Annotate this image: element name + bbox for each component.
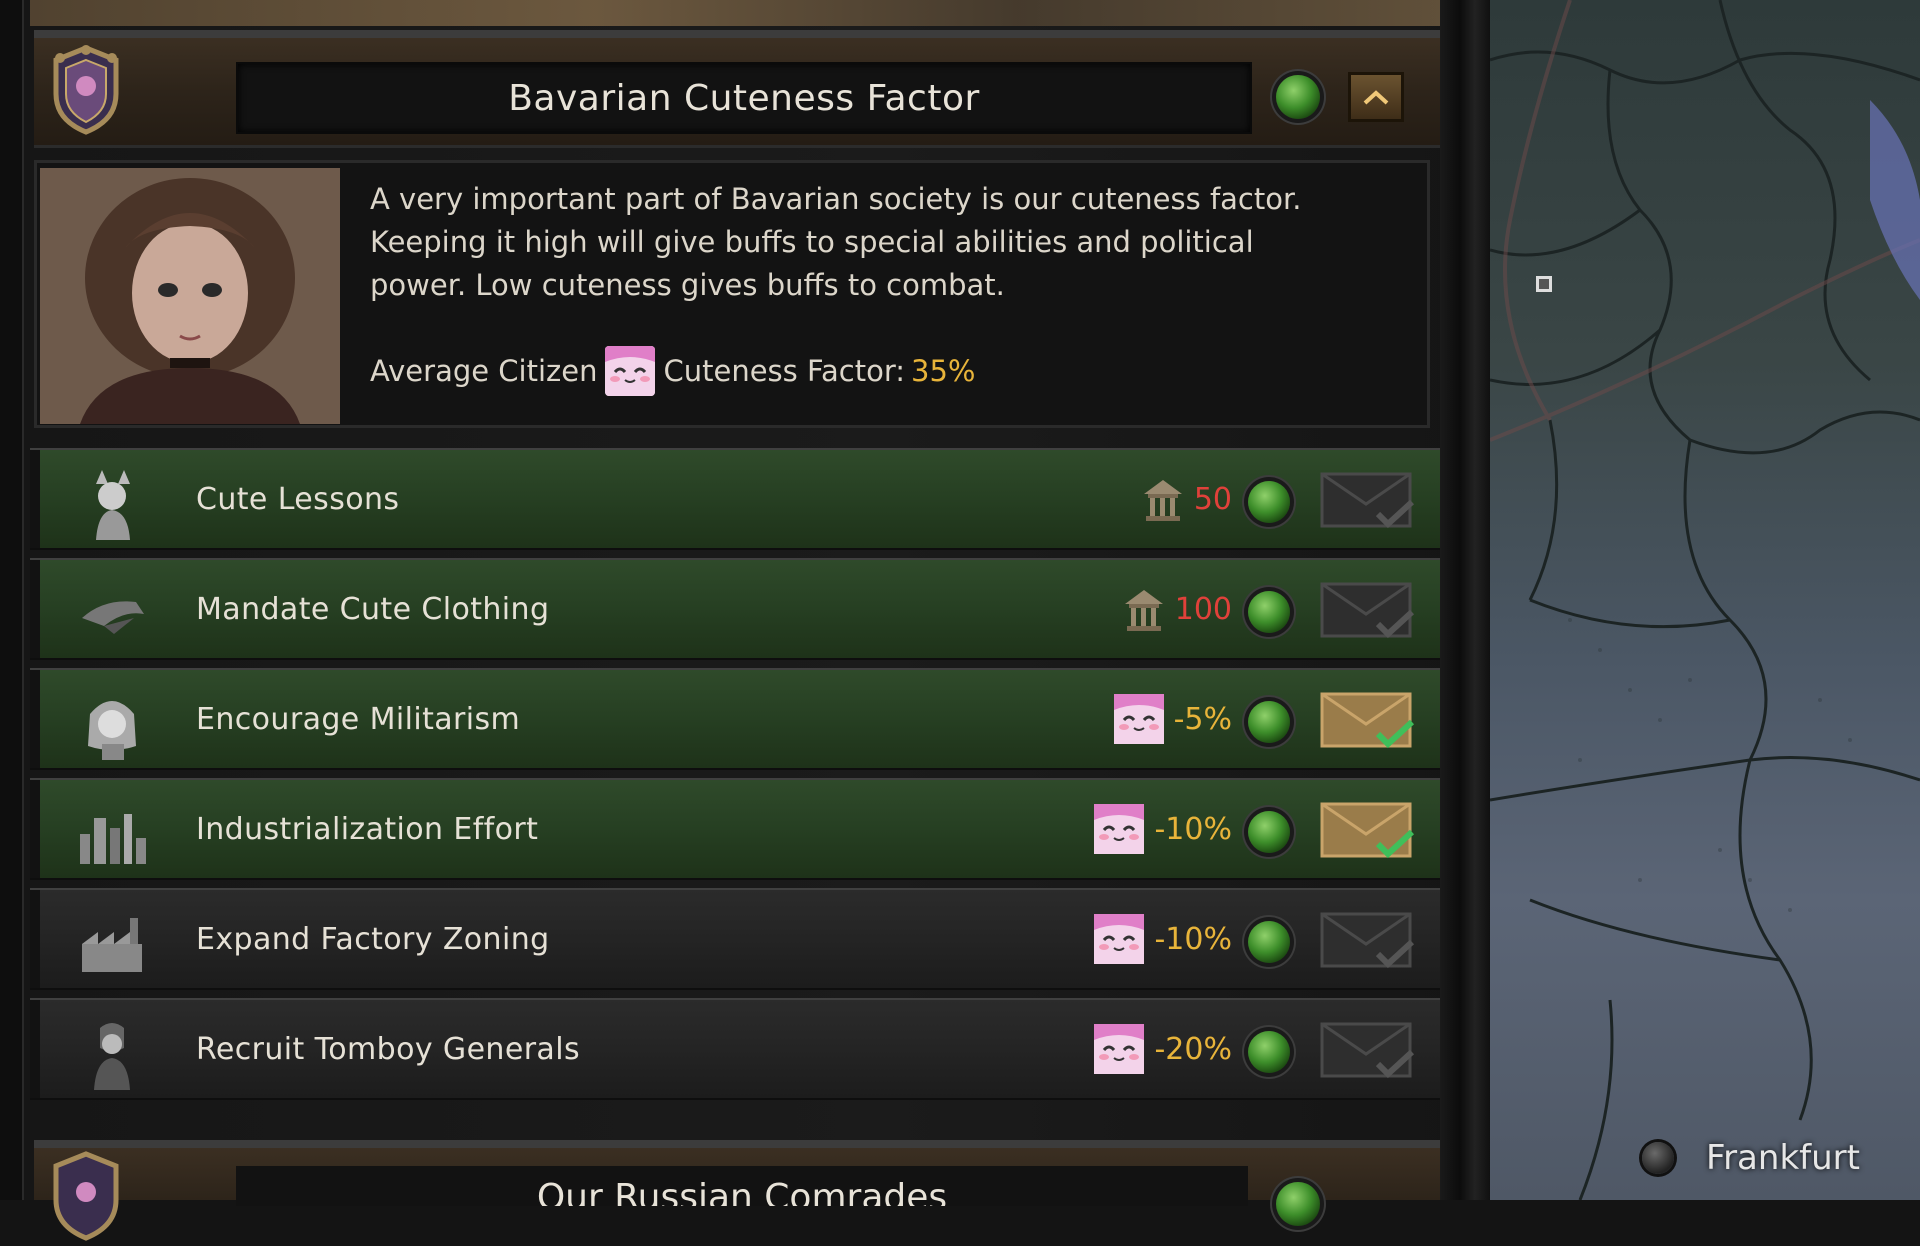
previous-category-footer [30,0,1440,26]
decision-label: Cute Lessons [196,481,400,517]
category-description: A very important part of Bavarian societ… [370,178,1430,307]
factory-icon [74,904,150,980]
row-edge [30,780,40,878]
envelope-icon [1320,692,1415,749]
hat-icon [74,574,150,650]
panel-divider [1440,0,1490,1200]
decision-cost: 100 [1123,560,1232,658]
cute-face-icon [1094,804,1145,854]
category-title: Bavarian Cuteness Factor [236,62,1252,134]
take-decision-button[interactable] [1320,690,1416,752]
cute-face-icon [1094,914,1145,964]
chevron-up-icon [1363,90,1389,105]
decision-label: Industrialization Effort [196,811,539,847]
city-label[interactable]: Frankfurt [1706,1138,1860,1178]
decision-cost: 50 [1142,450,1232,548]
cute-face-icon [1113,694,1164,744]
decision-status-indicator [1248,591,1290,633]
political-power-icon [1142,476,1184,522]
cuteness-factor-readout: Average Citizen Cuteness Factor: 35% [370,346,976,396]
decision-cost: -10% [1094,890,1232,988]
description-line: power. Low cuteness gives buffs to comba… [370,268,1005,302]
map-marker[interactable] [1536,276,1552,292]
decision-status-indicator [1248,921,1290,963]
row-edge [30,450,40,548]
decision-label: Recruit Tomboy Generals [196,1031,580,1067]
decision-cost: -5% [1113,670,1232,768]
decision-row[interactable]: Expand Factory Zoning -10% [30,888,1442,990]
envelope-icon [1320,802,1415,859]
envelope-icon [1320,582,1415,639]
row-edge [30,890,40,988]
political-power-icon [1123,586,1165,632]
take-decision-button[interactable] [1320,470,1416,532]
decision-cost-value: -10% [1154,811,1232,847]
row-edge [30,1000,40,1098]
avg-citizen-label: Average Citizen [370,354,598,388]
decision-status-indicator [1248,1031,1290,1073]
city-marker[interactable] [1642,1142,1674,1174]
cuteness-factor-value: 35% [911,354,976,388]
decision-cost-value: 50 [1193,481,1232,517]
city-skyline-icon [74,794,150,870]
decision-status-indicator [1248,481,1290,523]
next-category-title: Our Russian Comrades [236,1166,1248,1206]
take-decision-button[interactable] [1320,800,1416,862]
cat-girl-icon [74,464,150,540]
description-line: Keeping it high will give buffs to speci… [370,225,1254,259]
decision-cost-value: -5% [1173,701,1232,737]
envelope-icon [1320,472,1415,529]
decision-row[interactable]: Recruit Tomboy Generals -20% [30,998,1442,1100]
decision-label: Expand Factory Zoning [196,921,550,957]
category-status-indicator [1276,75,1320,119]
take-decision-button[interactable] [1320,580,1416,642]
decision-cost-value: 100 [1174,591,1232,627]
decision-cost-value: -10% [1154,921,1232,957]
decision-row[interactable]: Cute Lessons 50 [30,448,1442,550]
decision-status-indicator [1248,811,1290,853]
cute-face-icon [1094,1024,1145,1074]
decision-status-indicator [1248,701,1290,743]
general-icon [74,1014,150,1090]
decision-cost: -20% [1094,1000,1232,1098]
bavarian-crest-icon [48,1150,124,1242]
cute-face-icon [605,346,656,396]
world-map[interactable] [1490,0,1920,1200]
decision-row[interactable]: Mandate Cute Clothing 100 [30,558,1442,660]
description-line: A very important part of Bavarian societ… [370,182,1302,216]
cuteness-factor-label: Cuteness Factor: [663,354,906,388]
decision-row[interactable]: Encourage Militarism -5% [30,668,1442,770]
decision-row[interactable]: Industrialization Effort -10% [30,778,1442,880]
decision-label: Mandate Cute Clothing [196,591,550,627]
take-decision-button[interactable] [1320,1020,1416,1082]
decision-label: Encourage Militarism [196,701,521,737]
envelope-icon [1320,1022,1415,1079]
row-edge [30,560,40,658]
decision-cost: -10% [1094,780,1232,878]
category-portrait [40,168,340,424]
collapse-category-button[interactable] [1348,72,1404,122]
panel-left-edge [0,0,24,1200]
next-category-status-indicator [1276,1182,1320,1226]
take-decision-button[interactable] [1320,910,1416,972]
row-edge [30,670,40,768]
decision-cost-value: -20% [1154,1031,1232,1067]
soldier-girl-icon [74,684,150,760]
bavarian-crest-icon [48,44,124,136]
envelope-icon [1320,912,1415,969]
